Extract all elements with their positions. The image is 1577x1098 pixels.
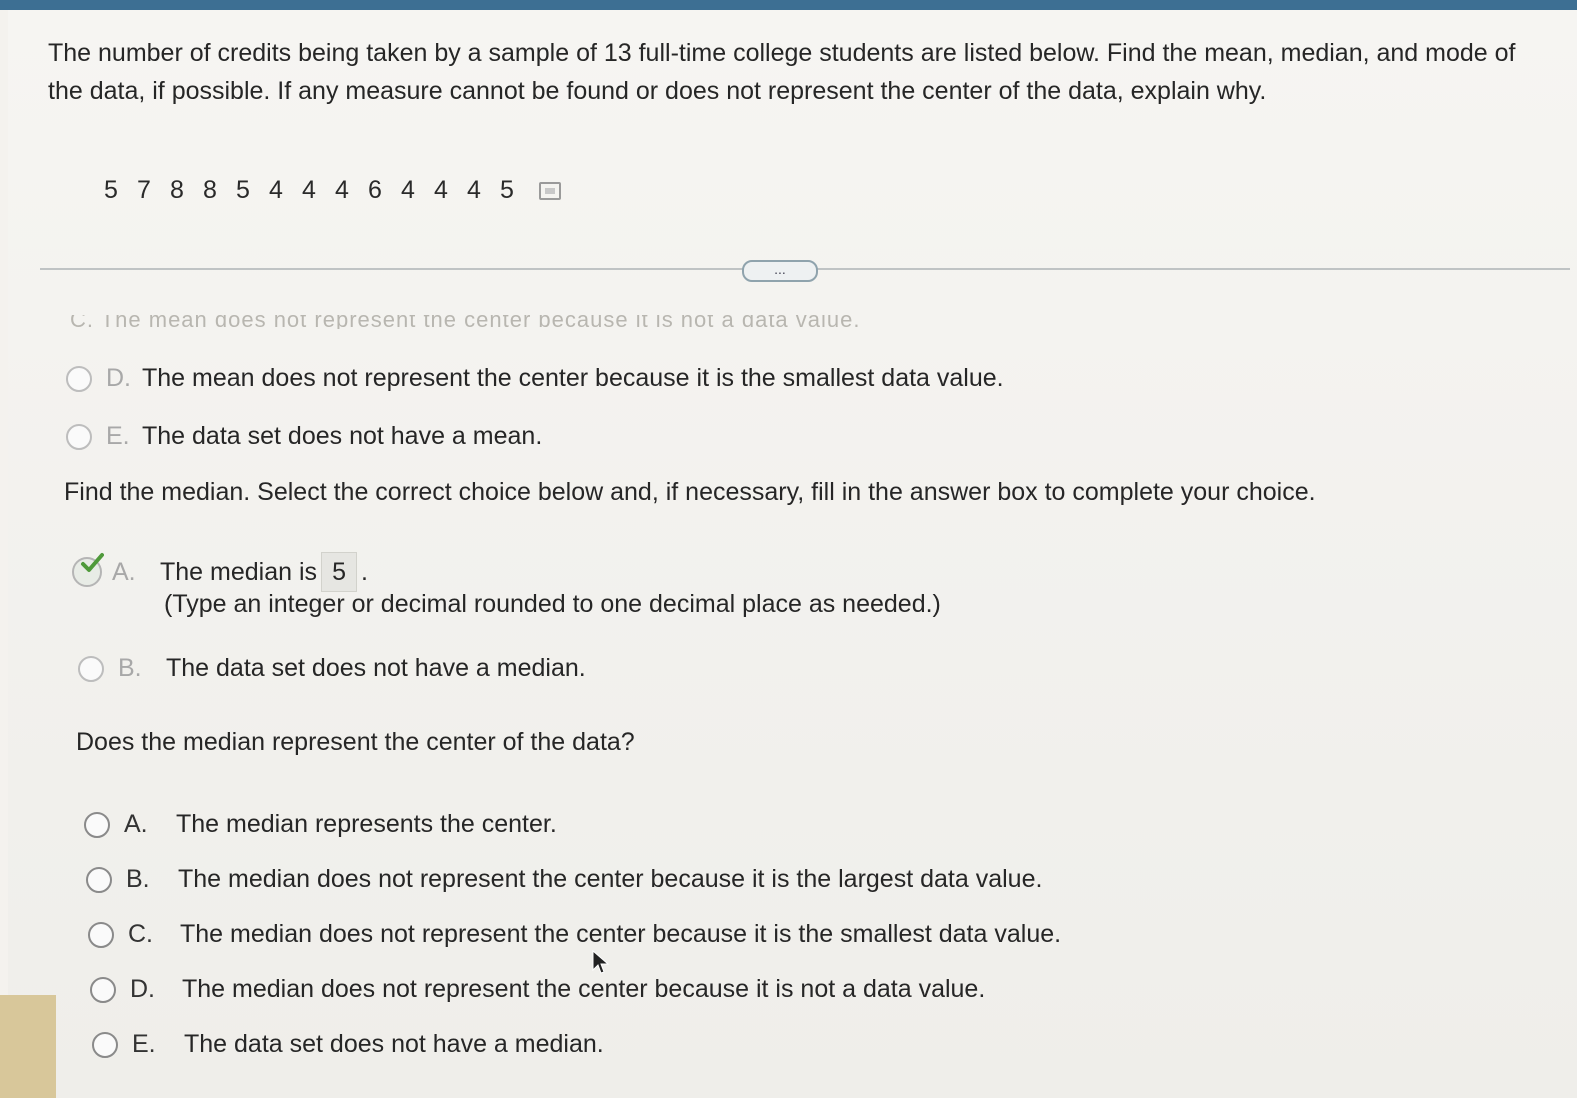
data-value: 4 — [401, 176, 415, 204]
data-value: 5 — [236, 176, 250, 204]
radio-button[interactable] — [66, 423, 92, 450]
data-value: 4 — [335, 176, 349, 204]
choice-text: The mean does not represent the center b… — [142, 364, 1004, 392]
radio-button-selected[interactable] — [72, 553, 104, 587]
radio-button[interactable] — [88, 921, 114, 948]
choice-text: The median does not represent the center… — [178, 865, 1043, 893]
copy-data-icon[interactable] — [539, 181, 561, 200]
data-value: 5 — [104, 176, 118, 204]
choice-text: The data set does not have a median. — [166, 654, 586, 682]
data-value: 6 — [368, 176, 382, 204]
question-text: The number of credits being taken by a s… — [48, 39, 1516, 105]
mouse-cursor-icon — [592, 950, 610, 974]
data-value: 7 — [137, 176, 151, 204]
mean-choice-d[interactable]: D. The mean does not represent the cente… — [66, 364, 1004, 393]
center-choice-c[interactable]: C. The median does not represent the cen… — [88, 920, 1061, 949]
radio-button[interactable] — [92, 1031, 118, 1058]
radio-button[interactable] — [78, 655, 104, 682]
choice-letter: A. — [124, 810, 148, 838]
data-value: 4 — [269, 176, 283, 204]
data-value: 8 — [170, 176, 184, 204]
mean-choice-e[interactable]: E. The data set does not have a mean. — [66, 422, 542, 451]
choice-letter: D. — [106, 364, 131, 392]
choice-letter: B. — [118, 654, 142, 682]
median-answer-box[interactable]: 5 — [321, 552, 358, 592]
data-value: 4 — [467, 176, 481, 204]
check-icon — [81, 553, 104, 572]
center-prompt: Does the median represent the center of … — [76, 728, 635, 756]
center-choice-e[interactable]: E. The data set does not have a median. — [92, 1030, 604, 1059]
answer-format-hint: (Type an integer or decimal rounded to o… — [164, 590, 941, 618]
choice-suffix: . — [361, 557, 368, 586]
partially-hidden-choice: C. The mean does not represent the cente… — [70, 315, 861, 329]
median-prompt: Find the median. Select the correct choi… — [64, 478, 1316, 506]
center-choice-b[interactable]: B. The median does not represent the cen… — [86, 865, 1042, 894]
choice-letter: E. — [132, 1030, 156, 1058]
center-choice-d[interactable]: D. The median does not represent the cen… — [90, 975, 985, 1004]
choice-text: The data set does not have a median. — [184, 1030, 604, 1058]
choice-letter: E. — [106, 422, 130, 450]
top-bar — [0, 0, 1577, 10]
expand-more-button[interactable]: ... — [742, 260, 818, 282]
choice-letter: B. — [126, 865, 150, 893]
choice-text: The median represents the center. — [176, 810, 557, 838]
data-value: 4 — [302, 176, 316, 204]
radio-button[interactable] — [66, 365, 92, 392]
median-choice-b[interactable]: B. The data set does not have a median. — [78, 654, 586, 683]
choice-letter: D. — [130, 975, 155, 1003]
median-choice-a[interactable]: A. The median is 5 . — [72, 552, 368, 592]
choice-letter: A. — [112, 557, 136, 586]
choice-text: The median is — [160, 557, 318, 586]
radio-button[interactable] — [86, 866, 112, 893]
center-choice-a[interactable]: A. The median represents the center. — [84, 810, 557, 839]
choice-text: The median does not represent the center… — [182, 975, 986, 1003]
data-value: 8 — [203, 176, 217, 204]
choice-letter: C. — [128, 920, 153, 948]
left-edge-strip — [0, 995, 56, 1098]
radio-button[interactable] — [84, 811, 110, 838]
choice-text: The data set does not have a mean. — [142, 422, 543, 450]
radio-button[interactable] — [90, 976, 116, 1003]
data-value: 4 — [434, 176, 448, 204]
data-values-row: 5 7 8 8 5 4 4 4 6 4 4 4 5 — [104, 176, 561, 205]
choice-text: The median does not represent the center… — [180, 920, 1062, 948]
data-value: 5 — [500, 176, 514, 204]
